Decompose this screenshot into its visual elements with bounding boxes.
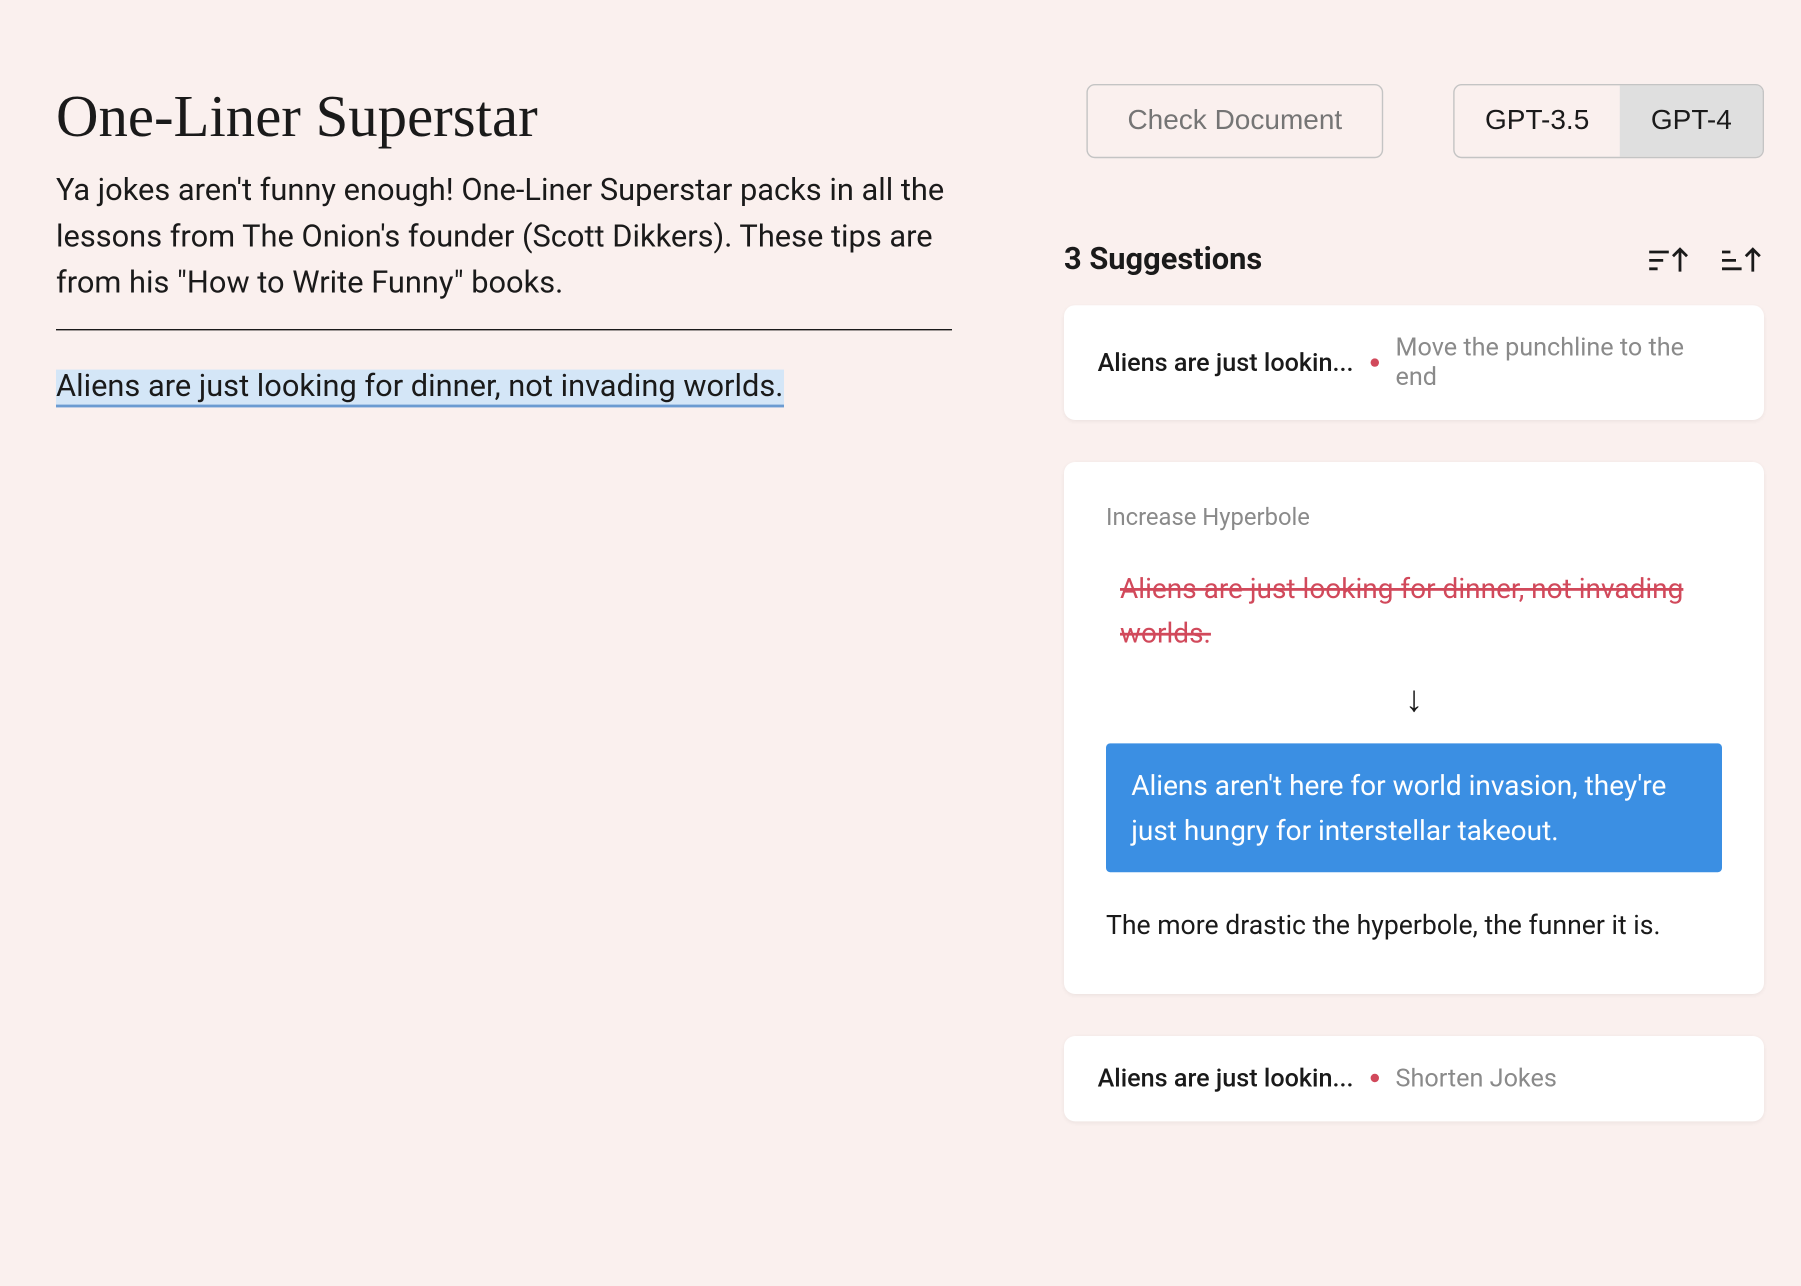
highlighted-sentence[interactable]: Aliens are just looking for dinner, not …	[56, 370, 783, 408]
check-document-button[interactable]: Check Document	[1087, 84, 1383, 158]
model-toggle: GPT-3.5 GPT-4	[1453, 84, 1764, 158]
sort-asc-icon[interactable]	[1646, 243, 1691, 277]
suggestion-card-collapsed[interactable]: Aliens are just lookin... Shorten Jokes	[1064, 1035, 1764, 1120]
divider	[56, 329, 952, 330]
suggestion-card-expanded[interactable]: Increase Hyperbole Aliens are just looki…	[1064, 462, 1764, 993]
model-option-gpt35[interactable]: GPT-3.5	[1454, 85, 1620, 156]
suggestion-label: Shorten Jokes	[1396, 1063, 1731, 1092]
suggestion-preview-text: Aliens are just lookin...	[1098, 348, 1354, 377]
suggestions-panel: Check Document GPT-3.5 GPT-4 3 Suggestio…	[1064, 84, 1764, 1163]
rewritten-text: Aliens aren't here for world invasion, t…	[1106, 743, 1722, 872]
editor-panel: One-Liner Superstar Ya jokes aren't funn…	[56, 84, 952, 1163]
suggestion-label: Move the punchline to the end	[1396, 333, 1731, 392]
model-option-gpt4[interactable]: GPT-4	[1620, 85, 1763, 156]
dot-separator-icon	[1370, 358, 1378, 366]
sort-desc-icon[interactable]	[1719, 243, 1764, 277]
top-controls: Check Document GPT-3.5 GPT-4	[1064, 84, 1764, 158]
dot-separator-icon	[1370, 1074, 1378, 1082]
arrow-down-icon: ↓	[1106, 678, 1722, 721]
suggestions-header: 3 Suggestions	[1064, 242, 1764, 277]
suggestion-card-collapsed[interactable]: Aliens are just lookin... Move the punch…	[1064, 305, 1764, 420]
suggestions-count: 3 Suggestions	[1064, 242, 1262, 277]
editor-content[interactable]: Aliens are just looking for dinner, not …	[56, 364, 952, 410]
suggestion-preview-text: Aliens are just lookin...	[1098, 1063, 1354, 1092]
page-title: One-Liner Superstar	[56, 84, 952, 151]
sort-controls	[1646, 243, 1764, 277]
page-description: Ya jokes aren't funny enough! One-Liner …	[56, 168, 952, 307]
explanation-text: The more drastic the hyperbole, the funn…	[1106, 906, 1722, 946]
original-text: Aliens are just looking for dinner, not …	[1106, 566, 1722, 656]
suggestion-type-label: Increase Hyperbole	[1106, 504, 1722, 532]
